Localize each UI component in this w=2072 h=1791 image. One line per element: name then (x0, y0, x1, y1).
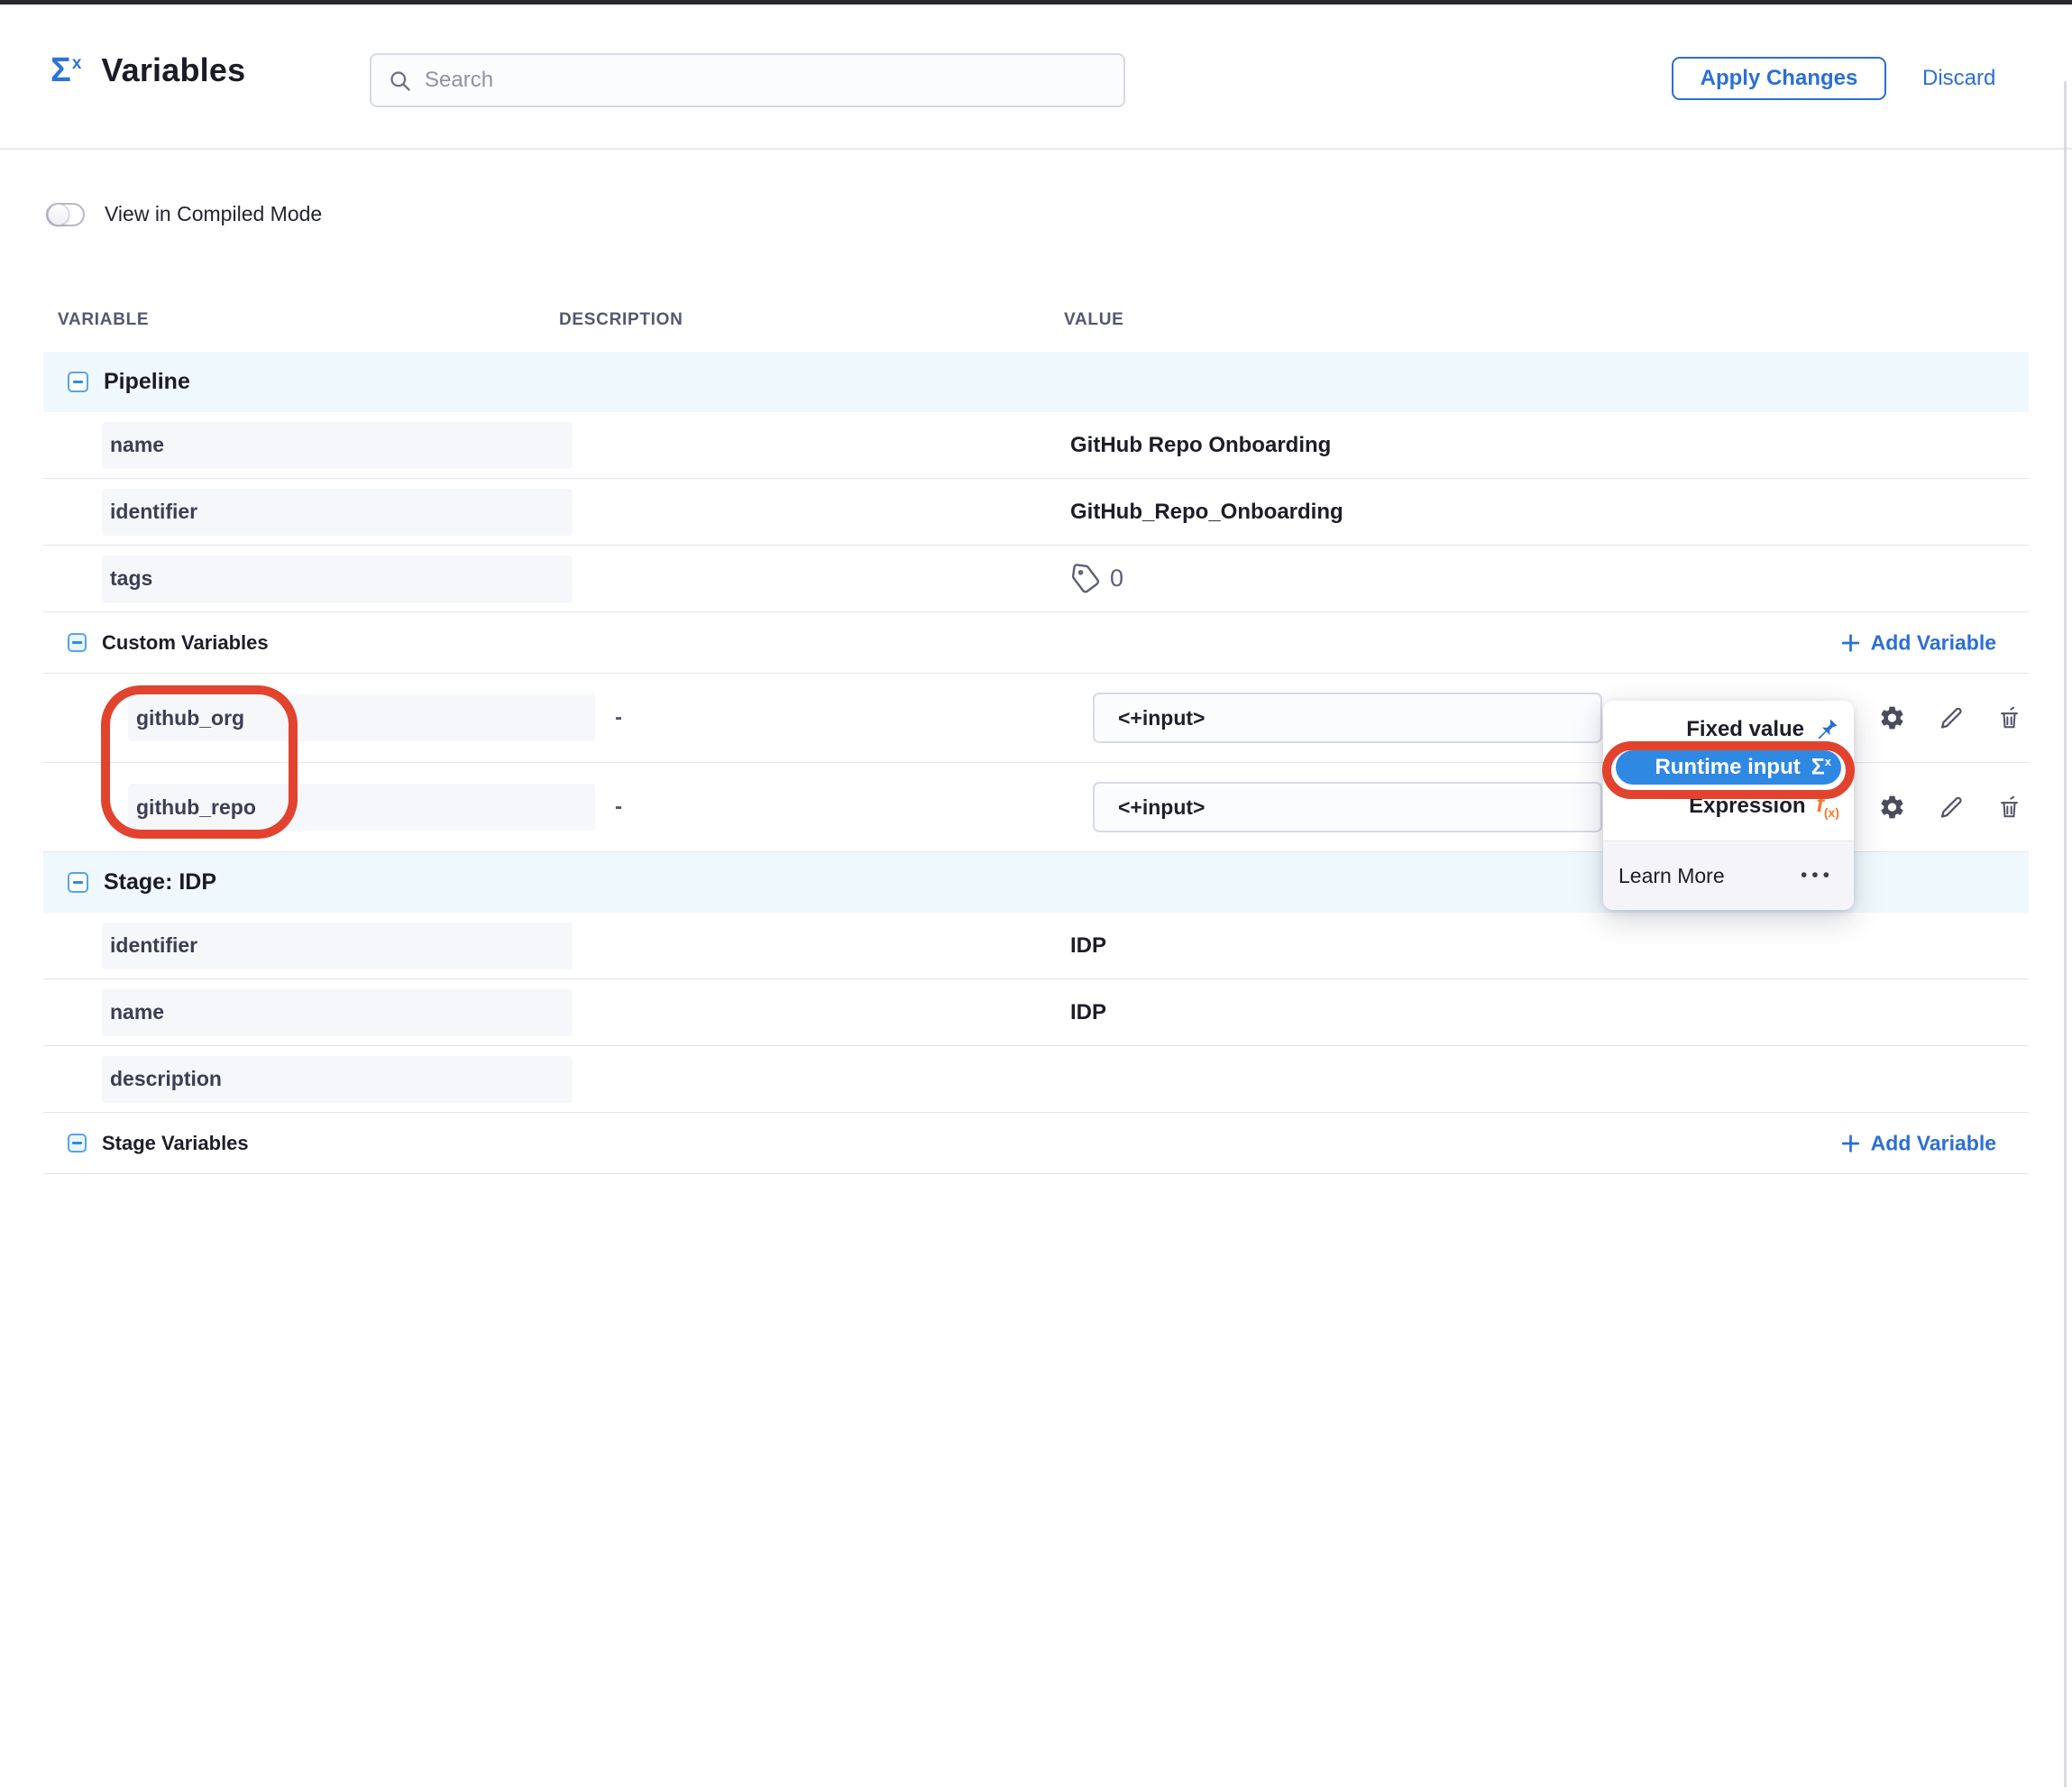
search-input[interactable] (425, 68, 1107, 93)
menu-item-expression[interactable]: Expression f(x) (1603, 785, 1854, 826)
subsection-title-stage-variables: Stage Variables (102, 1132, 249, 1155)
variable-name-chip: description (102, 1056, 573, 1103)
menu-item-fixed-value[interactable]: Fixed value (1603, 709, 1854, 749)
value-pipeline-identifier: GitHub_Repo_Onboarding (1064, 500, 2029, 525)
table-row-pipeline-name: name GitHub Repo Onboarding (43, 412, 2029, 479)
menu-footer: Learn More ••• (1603, 840, 1854, 910)
collapse-icon[interactable] (68, 1134, 87, 1153)
sigma-x-icon: Σx (1811, 756, 1831, 778)
column-header-description: DESCRIPTION (559, 310, 1064, 330)
compiled-mode-label: View in Compiled Mode (105, 202, 322, 226)
variable-name-chip: github_org (128, 694, 595, 741)
variables-panel: Σx Variables Apply Changes Discard View … (0, 0, 2072, 1791)
sigma-x-icon: Σx (50, 53, 81, 87)
learn-more-link[interactable]: Learn More (1618, 864, 1725, 888)
tag-icon (1070, 564, 1101, 594)
scrollbar[interactable] (2064, 81, 2067, 1787)
variable-name-chip: identifier (102, 489, 573, 536)
variable-name-chip: github_repo (128, 784, 595, 831)
value-stage-name: IDP (1064, 1000, 2029, 1025)
runtime-input-field[interactable]: <+input> (1093, 693, 1602, 743)
discard-button[interactable]: Discard (1922, 66, 1995, 91)
delete-trash-icon[interactable] (1995, 794, 2023, 822)
subsection-title-custom-variables: Custom Variables (102, 631, 269, 655)
column-header-value: VALUE (1064, 310, 2029, 330)
table-row-pipeline-tags: tags 0 (43, 546, 2029, 612)
section-title-pipeline: Pipeline (104, 369, 190, 395)
value-stage-identifier: IDP (1064, 933, 2029, 959)
variable-name-chip: name (102, 422, 573, 469)
add-variable-button[interactable]: Add Variable (1839, 1131, 1996, 1155)
value-type-menu: Fixed value Runtime input Σx Expression … (1603, 701, 1854, 910)
toggle-knob (48, 204, 69, 225)
settings-gear-icon[interactable] (1878, 794, 1906, 822)
page-title: Variables (101, 51, 245, 89)
table-header-row: VARIABLE DESCRIPTION VALUE (43, 289, 2029, 352)
table-row-stage-identifier: identifier IDP (43, 913, 2029, 979)
collapse-icon[interactable] (68, 633, 87, 652)
collapse-icon[interactable] (68, 372, 88, 392)
compiled-mode-toggle[interactable] (46, 203, 85, 226)
header-bar: Σx Variables Apply Changes Discard (0, 5, 2072, 150)
edit-pencil-icon[interactable] (1937, 794, 1965, 822)
apply-changes-button[interactable]: Apply Changes (1672, 57, 1886, 100)
search-icon (388, 69, 412, 93)
plus-icon (1839, 1132, 1862, 1154)
section-title-stage-idp: Stage: IDP (104, 869, 216, 896)
menu-item-runtime-input[interactable]: Runtime input Σx (1616, 750, 1841, 785)
plus-icon (1839, 631, 1862, 654)
settings-gear-icon[interactable] (1878, 704, 1906, 732)
more-options-dots-icon[interactable]: ••• (1801, 865, 1834, 886)
variable-name-chip: identifier (102, 923, 573, 969)
search-input-wrap[interactable] (370, 53, 1125, 107)
subsection-row-custom-variables: Custom Variables Add Variable (43, 612, 2029, 674)
column-header-variable: VARIABLE (43, 310, 559, 330)
variable-name-chip: name (102, 989, 573, 1036)
delete-trash-icon[interactable] (1995, 704, 2023, 732)
table-row-stage-description: description (43, 1046, 2029, 1113)
description-cell: - (559, 705, 1064, 730)
edit-pencil-icon[interactable] (1937, 704, 1965, 732)
value-pipeline-name: GitHub Repo Onboarding (1064, 433, 2029, 458)
runtime-input-field[interactable]: <+input> (1093, 782, 1602, 832)
variable-name-chip: tags (102, 556, 573, 602)
section-row-pipeline: Pipeline (43, 352, 2029, 412)
collapse-icon[interactable] (68, 872, 88, 893)
subsection-row-stage-variables: Stage Variables Add Variable (43, 1113, 2029, 1174)
fx-icon: f(x) (1817, 794, 1839, 819)
table-row-stage-name: name IDP (43, 979, 2029, 1046)
add-variable-button[interactable]: Add Variable (1839, 630, 1996, 655)
table-row-pipeline-identifier: identifier GitHub_Repo_Onboarding (43, 479, 2029, 546)
description-cell: - (559, 794, 1064, 820)
tags-count[interactable]: 0 (1110, 565, 1123, 592)
pin-icon (1815, 717, 1839, 741)
